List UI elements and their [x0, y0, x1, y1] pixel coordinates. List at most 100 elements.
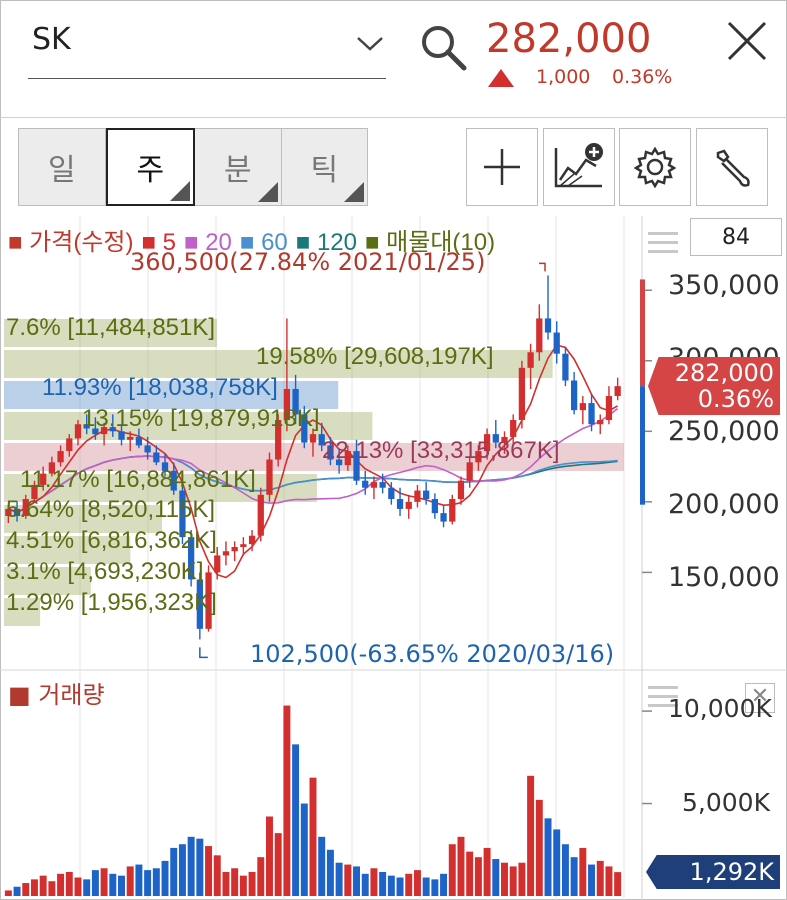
candle-body	[309, 434, 317, 443]
volume-bar	[161, 860, 169, 896]
candle-body	[562, 353, 569, 381]
candle-body	[388, 487, 395, 500]
volume-bar	[22, 883, 30, 896]
vp-label: 22.13% [33,315,867K]	[322, 437, 560, 464]
volume-bar	[170, 847, 178, 896]
range-bar-up	[640, 279, 645, 387]
volume-bar	[405, 873, 413, 896]
vp-label: 13.15% [19,879,918K]	[82, 405, 320, 432]
add-indicator-button[interactable]	[543, 128, 615, 206]
volume-bar	[213, 855, 221, 896]
price-axis-label: 350,000	[668, 270, 780, 301]
candle-body	[257, 494, 264, 536]
volume-bar	[265, 816, 273, 896]
stock-name[interactable]: SK	[32, 22, 71, 57]
volume-bar	[483, 847, 491, 896]
tab-minute[interactable]: 분	[195, 128, 282, 206]
volume-bar	[457, 836, 465, 896]
vp-label: 5.64% [8,520,115K]	[6, 496, 216, 523]
volume-legend-label: 거래량	[38, 681, 105, 709]
volume-bar	[387, 875, 395, 896]
volume-bar	[379, 871, 387, 896]
volume-bar	[248, 871, 256, 896]
tab-tick[interactable]: 틱	[281, 128, 368, 206]
volume-bar	[30, 879, 38, 896]
indicator-count[interactable]: 84	[690, 218, 782, 256]
current-price-tag-pct: 0.36%	[697, 385, 774, 413]
chevron-down-icon[interactable]	[355, 32, 385, 54]
volume-bar	[178, 844, 186, 896]
volume-bar	[126, 866, 134, 896]
chart-add-icon	[554, 143, 603, 188]
crosshair-button[interactable]	[466, 128, 538, 206]
volume-bar	[422, 877, 430, 896]
volume-bar	[440, 873, 448, 896]
candle-body	[414, 490, 421, 502]
stock-name-underline	[28, 78, 386, 79]
volume-bar	[231, 868, 239, 896]
volume-bar	[100, 868, 108, 896]
volume-bar	[239, 875, 247, 896]
volume-bar	[118, 875, 125, 896]
candle-body	[405, 501, 412, 509]
volume-bar	[605, 866, 613, 896]
tab-minute-label: 분	[223, 153, 252, 188]
volume-bar	[57, 873, 65, 896]
wrench-icon	[716, 149, 750, 187]
volume-legend[interactable]: ■ 거래량	[8, 675, 105, 710]
volume-bar	[544, 818, 552, 896]
volume-bar	[535, 799, 543, 896]
volume-bar	[588, 864, 596, 896]
candle-body	[127, 436, 134, 440]
volume-bar	[361, 873, 369, 896]
candle-body	[588, 403, 595, 425]
current-price: 282,000	[486, 16, 652, 62]
settings-button[interactable]	[619, 128, 691, 206]
candle-body	[135, 436, 143, 446]
volume-bar	[448, 844, 456, 896]
chart-menu-icon[interactable]	[648, 232, 678, 254]
candle-body	[614, 386, 621, 397]
volume-bar	[13, 886, 21, 896]
volume-axis-label: 5,000K	[682, 788, 770, 817]
candle-body	[66, 438, 73, 452]
vp-label: 3.1% [4,693,230K]	[6, 558, 204, 585]
tab-week-label: 주	[136, 153, 165, 188]
tab-week[interactable]: 주	[105, 128, 195, 206]
volume-bar	[596, 860, 604, 896]
tab-day[interactable]: 일	[18, 128, 106, 206]
current-volume-tag: 1,292K	[646, 855, 780, 889]
volume-bar	[39, 875, 47, 896]
volume-bar	[614, 872, 622, 896]
volume-bar	[4, 890, 12, 896]
volume-bar	[83, 879, 91, 896]
low-marker: 102,500(-63.65% 2020/03/16)	[250, 640, 615, 668]
candle-body	[370, 482, 378, 488]
volume-bar	[570, 857, 578, 896]
volume-axis-label: 10,000K	[668, 694, 772, 723]
volume-bar	[196, 838, 204, 896]
search-icon[interactable]	[418, 22, 468, 72]
volume-bar	[501, 862, 508, 896]
candle-body	[605, 396, 613, 421]
volume-bar	[527, 775, 535, 896]
volume-bar	[91, 870, 99, 896]
volume-bar	[396, 877, 404, 896]
candle-body	[266, 459, 273, 495]
volume-bar	[518, 862, 526, 896]
high-pointer	[539, 262, 546, 272]
close-icon[interactable]	[724, 18, 770, 64]
candle-body	[457, 480, 465, 500]
high-marker: 360,500(27.84% 2021/01/25)	[130, 248, 486, 276]
volume-bar	[370, 868, 378, 896]
tools-button[interactable]	[696, 128, 768, 206]
candle-body	[597, 420, 604, 425]
candle-body	[57, 451, 64, 463]
candle-body	[231, 547, 238, 552]
legend-price[interactable]: ■ 가격(수정)	[8, 229, 137, 256]
vp-label: 7.6% [11,484,851K]	[6, 314, 216, 341]
volume-bar	[257, 857, 265, 896]
candle-body	[579, 403, 586, 411]
volume-bar	[431, 879, 439, 896]
candle-body	[570, 380, 578, 411]
